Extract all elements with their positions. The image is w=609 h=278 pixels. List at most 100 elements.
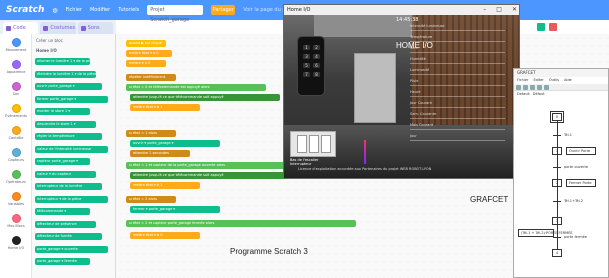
category-4[interactable]: Contrôle xyxy=(6,126,26,140)
switch-key-middle[interactable] xyxy=(309,135,319,153)
light-switch[interactable] xyxy=(290,131,336,157)
project-name-input[interactable]: Projet Scratch_garage xyxy=(147,5,204,23)
palette-block[interactable]: détecteur de fumée xyxy=(35,233,102,240)
palette-block[interactable]: Interrupteur de la lumière xyxy=(35,183,102,190)
grafcet-receptivity: Tél.1+Tél.2 xyxy=(564,199,583,203)
switch-key-left[interactable] xyxy=(297,135,307,153)
remote-key[interactable]: 3 xyxy=(303,54,310,59)
minimize-icon[interactable]: – xyxy=(483,6,486,13)
tab-costumes[interactable]: Costumes xyxy=(40,22,76,34)
category-5[interactable]: Capteurs xyxy=(6,148,26,162)
palette-block[interactable]: capteur porte_garage ▾ xyxy=(35,158,90,165)
new-icon[interactable] xyxy=(516,85,521,90)
script-block[interactable]: attendre 1 secondes xyxy=(130,150,190,157)
grafcet-step[interactable]: 0 xyxy=(550,111,564,123)
category-2[interactable]: Son xyxy=(6,82,26,96)
green-flag-icon[interactable] xyxy=(537,23,545,31)
remote-control[interactable]: 12345678 xyxy=(297,36,325,96)
zoom-out-icon[interactable] xyxy=(544,85,549,90)
close-icon[interactable]: ✕ xyxy=(512,6,517,13)
grafcet-menu-help[interactable]: Aide xyxy=(564,77,572,84)
save-icon[interactable] xyxy=(530,85,535,90)
hud-divider xyxy=(410,41,505,42)
category-8[interactable]: Mes Blocs xyxy=(6,214,26,228)
grafcet-menu-file[interactable]: Fichier xyxy=(517,77,528,84)
category-dot-icon xyxy=(11,60,21,69)
zoom-in-icon[interactable] xyxy=(537,85,542,90)
menu-edit[interactable]: Modifier xyxy=(90,7,110,13)
script-block[interactable]: fermer ▾ porte_garage ▾ xyxy=(130,206,220,213)
script-block[interactable]: attendre jusqu'à ce que télécommande soi… xyxy=(130,94,280,101)
stop-icon[interactable] xyxy=(549,23,557,31)
grafcet-action[interactable]: Ouvrir Porte xyxy=(566,147,596,155)
grafcet-tab-default[interactable]: Default xyxy=(517,91,530,98)
palette-block[interactable]: télécommande ▾ xyxy=(35,208,90,215)
palette-block[interactable]: Interrupteur ▾ de la pièce xyxy=(35,195,108,203)
script-block[interactable]: mettre état ▾ à 0 xyxy=(126,50,172,57)
category-label: Opérateurs xyxy=(6,180,26,184)
grafcet-equation[interactable]: (Tél.1 + Tél.2)·PORTE FERMÉE xyxy=(518,229,573,237)
palette-block[interactable]: détecteur de présence xyxy=(35,220,96,228)
tab-sounds[interactable]: Sons xyxy=(77,22,113,34)
maximize-icon[interactable]: □ xyxy=(496,6,502,13)
palette-block[interactable]: valeur ▾ du capteur xyxy=(35,170,96,178)
grafcet-action[interactable]: Fermer Porte xyxy=(566,179,596,187)
category-3[interactable]: Événements xyxy=(5,104,27,118)
remote-key[interactable]: 4 xyxy=(313,54,320,59)
palette-block[interactable]: valeur de l'intensité lumineuse xyxy=(35,145,108,153)
remote-key[interactable]: 8 xyxy=(313,72,320,77)
remote-key[interactable]: 6 xyxy=(313,63,320,68)
menu-file[interactable]: Fichier xyxy=(66,7,82,13)
palette-block[interactable]: ouvrir porte_garage ▾ xyxy=(35,83,102,90)
category-7[interactable]: Variables xyxy=(6,192,26,206)
share-button[interactable]: Partager xyxy=(211,5,236,15)
category-dot-icon xyxy=(11,148,21,157)
grafcet-menu-tools[interactable]: Outils xyxy=(549,77,559,84)
palette-block[interactable]: régler la température xyxy=(35,133,102,140)
script-block[interactable]: mettre état ▾ à 2 xyxy=(130,182,200,189)
grafcet-tab-defaut[interactable]: Défaut xyxy=(533,91,545,98)
palette-block[interactable]: descendre le store 1 ▾ xyxy=(35,120,96,128)
script-block[interactable]: quand ▶ est cliqué xyxy=(126,40,166,47)
palette-block[interactable]: porte_garage ▾ fermée xyxy=(35,258,90,265)
category-1[interactable]: Apparence xyxy=(6,60,26,74)
script-block[interactable]: si état = 0 et télécommande est appuyé a… xyxy=(126,84,266,91)
open-icon[interactable] xyxy=(523,85,528,90)
menu-tutorials[interactable]: Tutoriels xyxy=(118,7,139,13)
category-label: Événements xyxy=(5,114,27,118)
script-block[interactable]: si état = 1 alors xyxy=(126,130,176,137)
category-6[interactable]: Opérateurs xyxy=(6,170,26,184)
script-block[interactable]: ouvrir ▾ porte_garage ▾ xyxy=(130,140,220,147)
palette-make-block[interactable]: Créer un bloc xyxy=(36,38,63,43)
category-dot-icon xyxy=(11,82,21,91)
remote-key[interactable]: 1 xyxy=(303,45,310,50)
remote-key[interactable]: 7 xyxy=(303,72,310,77)
remote-key[interactable]: 5 xyxy=(303,63,310,68)
tab-code[interactable]: Code xyxy=(3,22,39,34)
category-9[interactable]: Home I/O xyxy=(6,236,26,250)
script-block[interactable]: mettre état ▾ à 1 xyxy=(130,104,200,111)
hud-item: Intensité lumineuse xyxy=(410,24,445,28)
globe-icon[interactable]: ◍ xyxy=(52,7,57,14)
grafcet-menu-edit[interactable]: Éditer xyxy=(533,77,543,84)
remote-key[interactable]: 2 xyxy=(313,45,320,50)
switch-key-right[interactable] xyxy=(321,135,331,153)
script-block[interactable]: mettre état ▾ à 0 xyxy=(130,232,200,239)
script-block[interactable]: mettre ▾ à 0 xyxy=(126,60,166,67)
category-dot-icon xyxy=(11,170,21,179)
palette-block[interactable]: monter le store 1 ▾ xyxy=(35,108,90,115)
script-block[interactable]: répéter indéfiniment xyxy=(126,74,176,81)
grafcet-step[interactable]: 4 xyxy=(552,249,562,257)
palette-block[interactable]: éteindre la lumière 1 ▾ de la pièce xyxy=(35,70,96,78)
category-dot-icon xyxy=(11,192,21,201)
scratch-logo[interactable]: Scratch xyxy=(6,5,44,15)
palette-block[interactable]: fermer porte_garage ▾ xyxy=(35,95,108,103)
palette-block[interactable]: allumer le lumière 1 ▾ de la pièce xyxy=(35,58,90,65)
category-label: Son xyxy=(12,92,20,96)
hud-item: Heure xyxy=(410,90,421,94)
script-block[interactable]: si état = 2 alors xyxy=(126,196,176,203)
switch-legend: Bas de l'escalier Interrupteur xyxy=(290,158,319,166)
category-0[interactable]: Mouvement xyxy=(6,38,26,52)
script-block[interactable]: si état = 2 et capteur porte_garage ferm… xyxy=(126,220,356,227)
palette-block[interactable]: porte_garage ▾ ouverte xyxy=(35,245,108,253)
